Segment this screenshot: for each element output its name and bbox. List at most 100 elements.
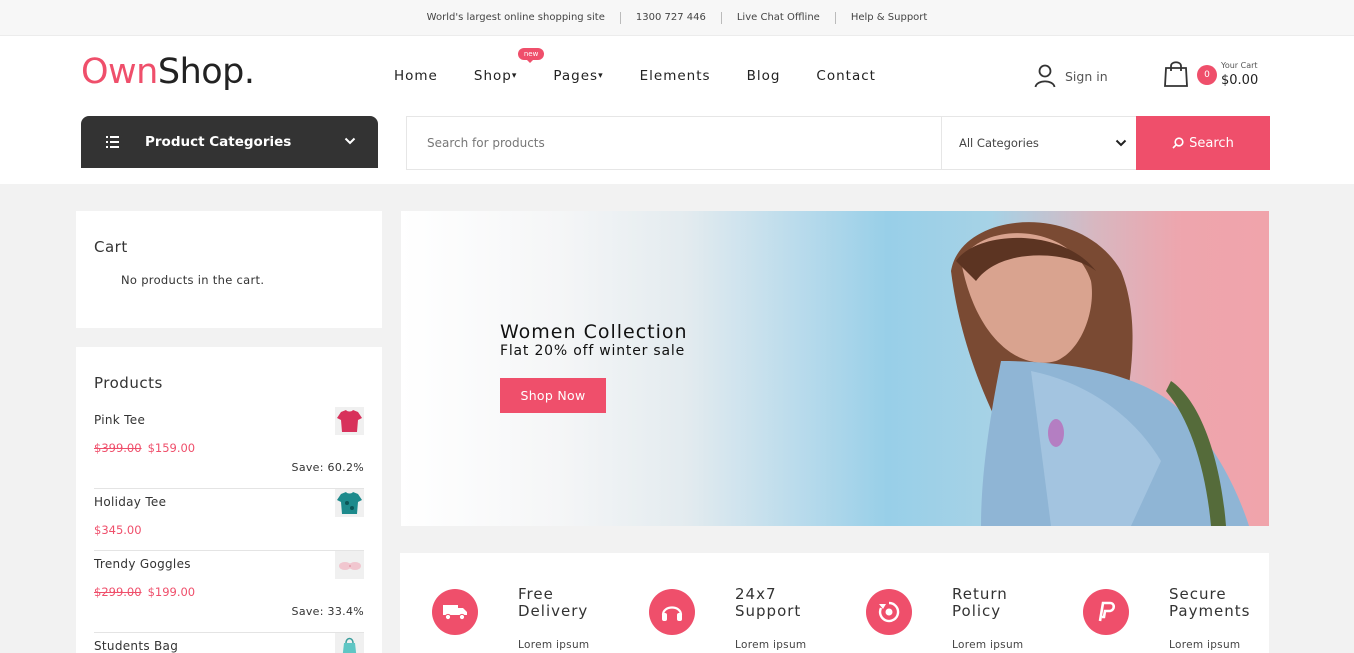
product-thumbnail[interactable] [335, 633, 364, 653]
nav-label: Pages [553, 68, 599, 84]
paypal-icon [1083, 589, 1129, 635]
product-price: $399.00 $159.00 [94, 441, 195, 455]
feature-title-line: Policy [952, 602, 1002, 620]
sale-price: $199.00 [147, 585, 196, 599]
shopping-bag-icon [1164, 61, 1188, 87]
nav-contact[interactable]: Contact [816, 68, 876, 84]
logo-part-shop: Shop. [157, 52, 255, 92]
feature-title: Secure Payments [1169, 586, 1265, 620]
product-categories-button[interactable]: Product Categories [81, 116, 378, 168]
headphones-icon [649, 589, 695, 635]
product-name-link[interactable]: Trendy Goggles [94, 557, 191, 571]
feature-description: Lorem ipsum [1169, 639, 1241, 651]
products-widget: Products Pink Tee $399.00 $159.00 Save: 6… [76, 347, 382, 653]
empty-cart-message: No products in the cart. [121, 273, 265, 287]
product-name-link[interactable]: Holiday Tee [94, 495, 166, 509]
product-item: Pink Tee $399.00 $159.00 Save: 60.2% [94, 407, 364, 489]
return-icon [866, 589, 912, 635]
cart-label: Your Cart [1221, 61, 1258, 70]
product-thumbnail[interactable] [335, 551, 364, 579]
nav-pages[interactable]: Pages▾ [553, 68, 603, 84]
widget-title: Cart [94, 238, 128, 256]
model-photo [951, 222, 1249, 526]
banner-headline: Women Collection [500, 321, 688, 343]
save-percentage: Save: 60.2% [291, 461, 364, 474]
truck-icon [432, 589, 478, 635]
product-item: Holiday Tee $345.00 [94, 489, 364, 551]
hero-banner: Women Collection Flat 20% off winter sal… [401, 211, 1269, 526]
search-icon [1172, 137, 1184, 149]
cart-count-badge: 0 [1197, 65, 1217, 85]
top-bar: World's largest online shopping site 130… [0, 0, 1354, 36]
new-badge: new [517, 48, 545, 63]
feature-title: 24x7 Support [735, 586, 831, 620]
widget-title: Products [94, 374, 163, 392]
feature-item: Free Delivery Lorem ipsum [400, 553, 617, 653]
nav-label: Elements [639, 68, 711, 84]
feature-title-line: Return [952, 585, 1008, 603]
tagline-text: World's largest online shopping site [426, 12, 605, 23]
product-price: $345.00 [94, 523, 142, 537]
phone-number[interactable]: 1300 727 446 [621, 12, 721, 23]
product-name-link[interactable]: Pink Tee [94, 413, 145, 427]
nav-label: Blog [746, 68, 781, 84]
feature-title-line: 24x7 [735, 585, 777, 603]
shop-now-button[interactable]: Shop Now [500, 378, 606, 413]
feature-title-line: Payments [1169, 602, 1251, 620]
caret-down-icon: ▾ [598, 71, 604, 81]
sale-price: $159.00 [147, 441, 196, 455]
search-input[interactable] [407, 117, 941, 169]
product-thumbnail[interactable] [335, 489, 364, 517]
feature-title-line: Delivery [518, 602, 589, 620]
user-icon [1034, 64, 1056, 88]
features-row: Free Delivery Lorem ipsum 24x7 Support L… [400, 553, 1269, 653]
header-cart[interactable]: 0 Your Cart $0.00 [1163, 58, 1273, 94]
chevron-down-icon [344, 137, 356, 145]
nav-blog[interactable]: Blog [747, 68, 781, 84]
nav-label: Shop [473, 68, 512, 84]
site-header: OwnShop. Home new Shop▾ Pages▾ Elements … [0, 36, 1354, 184]
old-price: $299.00 [94, 585, 142, 599]
nav-elements[interactable]: Elements [640, 68, 711, 84]
search-button[interactable]: Search [1136, 116, 1270, 170]
goggles-image [339, 562, 361, 570]
feature-description: Lorem ipsum [518, 639, 590, 651]
old-price: $399.00 [94, 441, 142, 455]
cart-widget: Cart No products in the cart. [76, 211, 382, 328]
main-nav: Home new Shop▾ Pages▾ Elements Blog Cont… [394, 48, 912, 84]
feature-title-line: Support [735, 602, 802, 620]
list-icon [106, 136, 119, 148]
sign-in-link[interactable]: Sign in [1034, 64, 1108, 88]
logo-part-own: Own [81, 52, 158, 92]
feature-description: Lorem ipsum [735, 639, 807, 651]
product-thumbnail[interactable] [335, 407, 364, 435]
feature-item: Return Policy Lorem ipsum [834, 553, 1051, 653]
tshirt-image [337, 492, 362, 514]
product-item: Students Bag [94, 633, 364, 653]
search-button-label: Search [1189, 135, 1234, 151]
product-price: $299.00 $199.00 [94, 585, 195, 599]
search-bar: All Categories Search [406, 116, 1270, 170]
feature-title-line: Free [518, 585, 554, 603]
feature-description: Lorem ipsum [952, 639, 1024, 651]
feature-title: Free Delivery [518, 586, 614, 620]
sign-in-label: Sign in [1065, 68, 1108, 84]
nav-shop[interactable]: new Shop▾ [473, 48, 545, 84]
banner-subheadline: Flat 20% off winter sale [500, 343, 685, 359]
nav-label: Contact [816, 68, 876, 84]
feature-item: Secure Payments Lorem ipsum [1051, 553, 1268, 653]
feature-title: Return Policy [952, 586, 1048, 620]
live-chat-link[interactable]: Live Chat Offline [722, 12, 835, 23]
feature-title-line: Secure [1169, 585, 1227, 603]
caret-down-icon: ▾ [511, 71, 518, 81]
chevron-down-icon [1115, 139, 1127, 147]
category-select[interactable]: All Categories [941, 117, 1137, 169]
feature-item: 24x7 Support Lorem ipsum [617, 553, 834, 653]
bag-image [342, 637, 357, 653]
site-logo[interactable]: OwnShop. [81, 52, 255, 92]
cart-total: $0.00 [1221, 73, 1259, 88]
nav-home[interactable]: Home [394, 68, 438, 84]
help-support-link[interactable]: Help & Support [836, 12, 942, 23]
product-name-link[interactable]: Students Bag [94, 639, 178, 653]
nav-label: Home [394, 68, 438, 84]
